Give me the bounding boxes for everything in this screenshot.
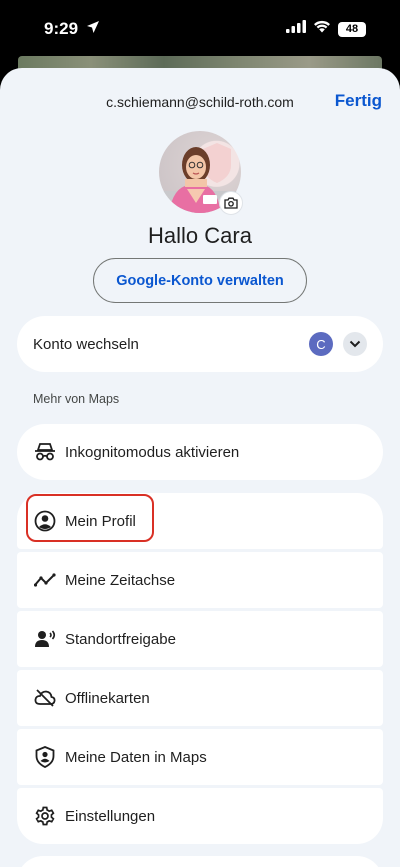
menu-item-label: Mein Profil	[65, 512, 136, 530]
status-indicators: 48	[286, 20, 366, 38]
account-sheet: c.schiemann@schild-roth.com Fertig Hallo…	[0, 68, 400, 867]
battery-indicator: 48	[338, 21, 366, 37]
menu-item-settings[interactable]: Einstellungen	[17, 788, 383, 844]
camera-icon[interactable]	[219, 191, 243, 215]
signal-icon	[286, 20, 306, 38]
menu-item-label: Offlinekarten	[65, 689, 150, 707]
cloud-off-icon	[33, 686, 57, 710]
menu-item-label: Standortfreigabe	[65, 630, 176, 648]
menu-item-label: Einstellungen	[65, 807, 156, 825]
greeting: Hallo Cara	[148, 223, 252, 248]
gear-icon	[33, 804, 57, 828]
menu-item-timeline[interactable]: Meine Zeitachse	[17, 552, 383, 608]
menu-list: Mein Profil Meine Zeitachse Standortfrei…	[17, 493, 383, 844]
location-sharing-icon	[33, 627, 57, 651]
menu-item-my-profile[interactable]: Mein Profil	[17, 493, 383, 549]
location-arrow-icon	[86, 20, 100, 39]
done-button[interactable]: Fertig	[335, 91, 382, 111]
chevron-down-icon[interactable]	[343, 332, 367, 356]
incognito-mode-row[interactable]: Inkognitomodus aktivieren	[17, 424, 383, 480]
menu-item-label: Meine Zeitachse	[65, 571, 176, 589]
menu-item-offline-maps[interactable]: Offlinekarten	[17, 670, 383, 726]
menu-item-label: Meine Daten in Maps	[65, 748, 207, 766]
status-bar: 9:29 48	[0, 0, 400, 60]
incognito-label: Inkognitomodus aktivieren	[65, 443, 240, 461]
menu-item-location-sharing[interactable]: Standortfreigabe	[17, 611, 383, 667]
switch-account-label: Konto wechseln	[33, 335, 139, 353]
incognito-icon	[33, 440, 57, 464]
shield-person-icon	[33, 745, 57, 769]
next-card-peek	[17, 856, 383, 867]
wifi-icon	[313, 20, 331, 38]
profile-avatar[interactable]	[159, 131, 243, 215]
account-circle-icon	[33, 509, 57, 533]
switch-account-row[interactable]: Konto wechseln C	[17, 316, 383, 372]
timeline-icon	[33, 568, 57, 592]
manage-google-account-button[interactable]: Google-Konto verwalten	[93, 258, 307, 303]
account-avatar-c: C	[309, 332, 333, 356]
section-label-more-from-maps: Mehr von Maps	[33, 392, 120, 406]
status-time: 9:29	[44, 19, 79, 38]
menu-item-my-data-in-maps[interactable]: Meine Daten in Maps	[17, 729, 383, 785]
